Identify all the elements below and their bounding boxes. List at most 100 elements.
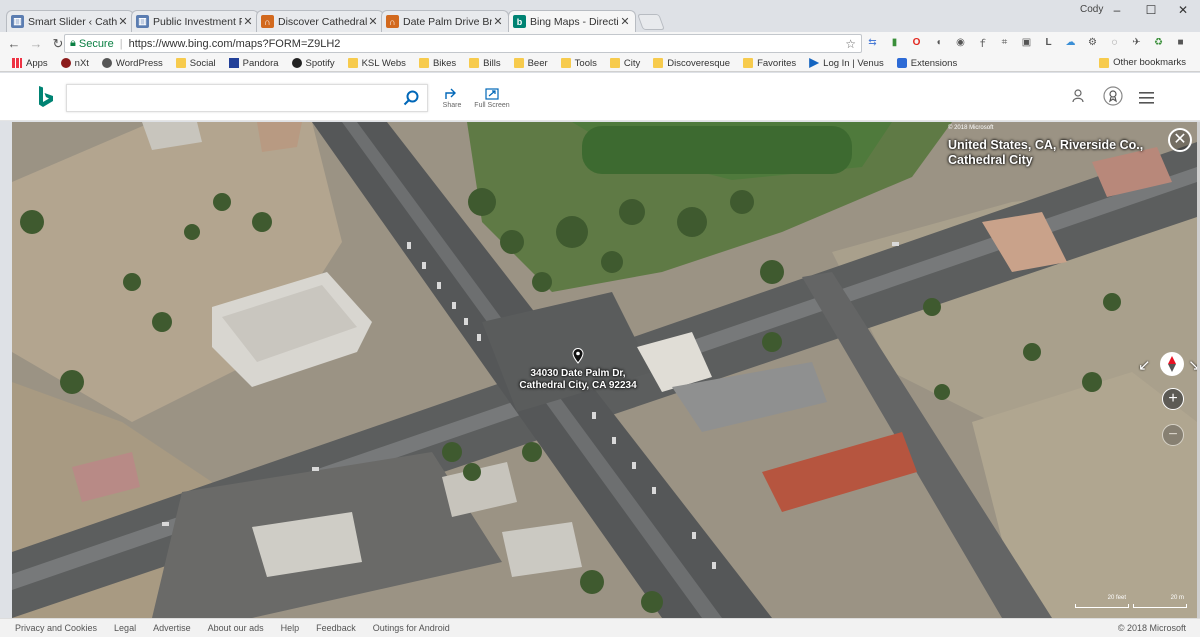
spotify-icon bbox=[291, 58, 302, 68]
bing-icon: b bbox=[513, 15, 526, 28]
folder-icon bbox=[653, 58, 664, 68]
fullscreen-label: Full Screen bbox=[474, 102, 510, 109]
tab-discover-cathedral-city[interactable]: ∩ Discover Cathedral City - ✕ bbox=[256, 10, 384, 32]
footer-link-help[interactable]: Help bbox=[281, 623, 300, 633]
rotate-left-icon[interactable]: ↙ bbox=[1138, 356, 1151, 374]
tab-title: Smart Slider ‹ Cathedral C bbox=[28, 15, 117, 28]
opera-icon[interactable]: O bbox=[910, 35, 923, 50]
bookmark-bikes[interactable]: Bikes bbox=[418, 57, 457, 69]
fullscreen-button[interactable]: Full Screen bbox=[472, 88, 512, 109]
box-icon[interactable]: ■ bbox=[1174, 35, 1187, 50]
footer-link-feedback[interactable]: Feedback bbox=[316, 623, 356, 633]
bookmark-apps[interactable]: Apps bbox=[12, 58, 48, 69]
footer-link-advertise[interactable]: Advertise bbox=[153, 623, 191, 633]
circle-icon[interactable]: ◌ bbox=[1108, 35, 1121, 50]
pin-label[interactable]: 34030 Date Palm Dr, Cathedral City, CA 9… bbox=[514, 368, 642, 392]
puzzle-icon[interactable]: ▮ bbox=[888, 35, 901, 50]
run-icon[interactable]: ✈ bbox=[1130, 35, 1143, 50]
folder-icon bbox=[347, 58, 358, 68]
new-tab-button[interactable] bbox=[637, 14, 665, 30]
bookmark-log-in-venus[interactable]: Log In | Venus bbox=[809, 58, 884, 69]
tab-public-investment[interactable]: ▥ Public Investment Presen ✕ bbox=[131, 10, 259, 32]
search-icon[interactable] bbox=[403, 90, 419, 106]
folder-icon bbox=[743, 58, 754, 68]
bookmark-favorites[interactable]: Favorites bbox=[743, 58, 796, 69]
url-separator: | bbox=[119, 37, 123, 50]
user-icon[interactable] bbox=[1072, 89, 1084, 103]
puzzle-icon bbox=[896, 58, 907, 68]
forward-arrow-icon[interactable]: → bbox=[28, 36, 44, 51]
footer-copyright: © 2018 Microsoft bbox=[1117, 623, 1186, 633]
hamburger-menu-icon[interactable] bbox=[1139, 92, 1154, 104]
menu-icon[interactable]: ⋮ bbox=[1196, 35, 1200, 50]
share-icon bbox=[445, 88, 456, 99]
back-arrow-icon[interactable]: ← bbox=[6, 36, 22, 51]
tab-date-palm-bridge[interactable]: ∩ Date Palm Drive Bridge V ✕ bbox=[381, 10, 509, 32]
footer-link-privacy[interactable]: Privacy and Cookies bbox=[15, 623, 97, 633]
recycle-icon[interactable]: ♻ bbox=[1152, 35, 1165, 50]
bookmark-label: Extensions bbox=[910, 57, 958, 69]
close-location-button[interactable]: ✕ bbox=[1168, 128, 1192, 152]
bookmark-extensions[interactable]: Extensions bbox=[896, 57, 958, 69]
address-bar[interactable]: 🔒︎ Secure | https://www.bing.com/maps?FO… bbox=[64, 34, 862, 53]
rotate-right-icon[interactable]: ↘ bbox=[1188, 356, 1197, 374]
bookmark-tools[interactable]: Tools bbox=[560, 57, 597, 69]
bookmark-label: WordPress bbox=[115, 57, 163, 69]
footer-link-legal[interactable]: Legal bbox=[114, 623, 136, 633]
map-view[interactable]: © 2018 Microsoft United States, CA, Rive… bbox=[12, 122, 1197, 618]
bookmark-beer[interactable]: Beer bbox=[513, 58, 548, 69]
bookmark-ksl-webs[interactable]: KSL Webs bbox=[347, 58, 406, 69]
f-icon[interactable]: ｆ bbox=[976, 35, 989, 50]
zoom-out-button[interactable]: − bbox=[1162, 424, 1184, 446]
tab-smart-slider[interactable]: ▥ Smart Slider ‹ Cathedral C ✕ bbox=[6, 10, 134, 32]
close-tab-icon[interactable]: ✕ bbox=[367, 15, 379, 28]
footer-link-outings[interactable]: Outings for Android bbox=[373, 623, 450, 633]
screen-icon[interactable]: ▣ bbox=[1020, 35, 1033, 50]
compass-needle-icon bbox=[1168, 356, 1176, 372]
scale-feet-label: 20 feet bbox=[1107, 595, 1126, 601]
minimize-button[interactable]: – bbox=[1100, 0, 1134, 20]
close-window-button[interactable]: ✕ bbox=[1166, 0, 1200, 20]
bookmark-wordpress[interactable]: WordPress bbox=[101, 57, 163, 69]
share-button[interactable]: Share bbox=[432, 88, 472, 109]
bookmark-label: Tools bbox=[574, 57, 597, 69]
gear-icon[interactable]: ⚙ bbox=[1086, 35, 1099, 50]
bookmark-city[interactable]: City bbox=[609, 58, 640, 69]
footer-link-about-ads[interactable]: About our ads bbox=[208, 623, 264, 633]
l-icon[interactable]: L bbox=[1042, 35, 1055, 50]
search-box[interactable] bbox=[66, 84, 428, 112]
close-tab-icon[interactable]: ✕ bbox=[492, 15, 504, 28]
apps-icon bbox=[12, 58, 22, 68]
bing-logo-icon[interactable] bbox=[38, 85, 54, 109]
translate-icon[interactable]: ⇆ bbox=[866, 35, 879, 50]
bookmark-discoveresque[interactable]: Discoveresque bbox=[653, 58, 730, 69]
close-tab-icon[interactable]: ✕ bbox=[117, 15, 129, 28]
bookmark-label: Spotify bbox=[305, 57, 335, 69]
rewards-icon[interactable] bbox=[1103, 86, 1123, 106]
bookmark-spotify[interactable]: Spotify bbox=[291, 57, 335, 69]
close-tab-icon[interactable]: ✕ bbox=[619, 15, 631, 28]
crop-icon[interactable]: ⌗ bbox=[998, 35, 1011, 50]
stop-icon[interactable]: ◖ bbox=[932, 35, 945, 50]
maximize-button[interactable]: ☐ bbox=[1134, 0, 1168, 20]
compass-control[interactable] bbox=[1160, 352, 1184, 376]
camera-icon[interactable]: ◉ bbox=[954, 35, 967, 50]
bookmark-label: Bikes bbox=[432, 57, 457, 69]
bookmark-star-icon[interactable]: ☆ bbox=[845, 37, 856, 51]
scale-bar: 20 feet 20 m bbox=[1075, 595, 1187, 608]
nxt-icon bbox=[60, 58, 71, 68]
browser-toolbar: ← → ↻ 🔒︎ Secure | https://www.bing.com/m… bbox=[0, 32, 1200, 55]
bookmark-nxt[interactable]: nXt bbox=[60, 58, 89, 69]
zoom-in-button[interactable]: + bbox=[1162, 388, 1184, 410]
search-input[interactable] bbox=[67, 85, 397, 111]
bookmark-social[interactable]: Social bbox=[175, 58, 216, 69]
cloud-icon[interactable]: ☁ bbox=[1064, 35, 1077, 50]
other-bookmarks[interactable]: Other bookmarks bbox=[1099, 57, 1186, 68]
url-text[interactable]: https://www.bing.com/maps?FORM=Z9LH2 bbox=[129, 38, 341, 50]
close-tab-icon[interactable]: ✕ bbox=[242, 15, 254, 28]
bookmark-bills[interactable]: Bills bbox=[469, 58, 501, 69]
tab-bing-maps[interactable]: b Bing Maps - Directions, t ✕ bbox=[508, 10, 636, 32]
bookmark-pandora[interactable]: Pandora bbox=[228, 58, 279, 69]
location-title: United States, CA, Riverside Co., Cathed… bbox=[948, 138, 1144, 167]
map-pin-icon[interactable] bbox=[572, 348, 584, 364]
